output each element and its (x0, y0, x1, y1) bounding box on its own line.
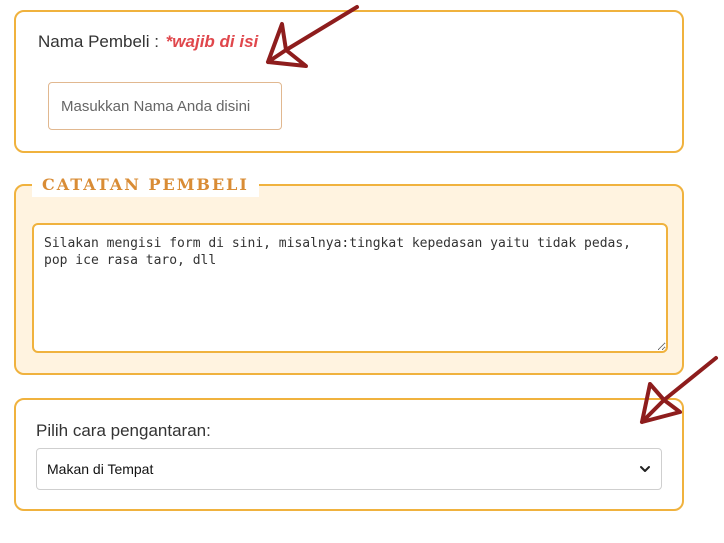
arrow-icon (266, 5, 359, 68)
delivery-card: Pilih cara pengantaran: Makan di Tempat (14, 398, 684, 511)
delivery-select[interactable]: Makan di Tempat (36, 448, 662, 490)
required-note: *wajib di isi (165, 32, 259, 51)
buyer-name-label: Nama Pembeli : *wajib di isi (38, 32, 258, 52)
buyer-notes-card: CATATAN PEMBELI Silakan mengisi form di … (14, 173, 684, 375)
delivery-selected-value: Makan di Tempat (47, 461, 154, 477)
delivery-label: Pilih cara pengantaran: (36, 421, 211, 440)
buyer-notes-textarea[interactable]: Silakan mengisi form di sini, misalnya:t… (32, 223, 668, 353)
buyer-notes-legend: CATATAN PEMBELI (32, 173, 259, 197)
chevron-down-icon (640, 466, 650, 472)
buyer-name-input[interactable] (48, 82, 282, 130)
arrow-icon (640, 356, 718, 424)
buyer-name-label-text: Nama Pembeli : (38, 32, 164, 51)
